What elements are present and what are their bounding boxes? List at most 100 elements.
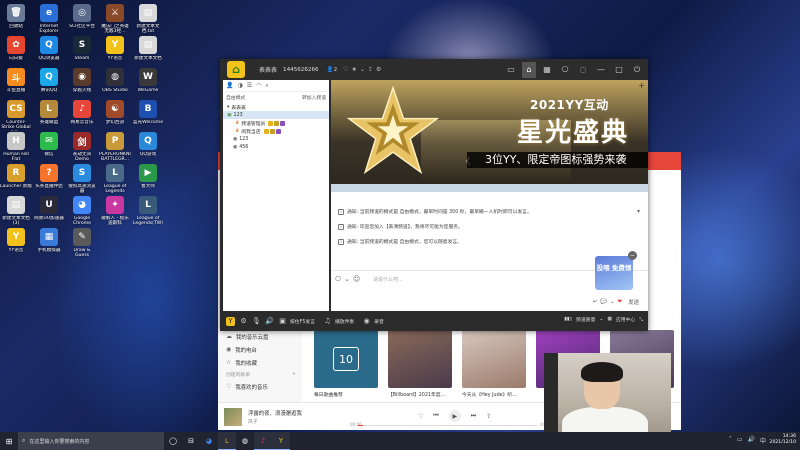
heart-icon[interactable]: ♡ [343, 66, 348, 73]
desktop-icon[interactable]: L 英雄联盟 [33, 100, 65, 136]
enter-icon[interactable]: ↵ [593, 299, 598, 305]
desktop-icon[interactable]: ◕ Google Chrome [66, 196, 98, 232]
lol-client-icon[interactable]: L [218, 432, 236, 450]
list-icon[interactable]: ☰ [247, 82, 252, 89]
share-icon[interactable]: ⇪ [486, 413, 491, 420]
tape-icon[interactable]: ◉ [362, 317, 371, 326]
desktop-icon[interactable]: ✦ 破解人 - 极乐迪斯科 [99, 196, 131, 232]
channel-user[interactable]: ♛ 频道管理员 [223, 119, 329, 127]
chevron-down-icon[interactable]: ⌄ [344, 275, 350, 283]
network-icon[interactable]: ▭ [737, 436, 743, 445]
minimize-icon[interactable]: — [594, 62, 608, 78]
volume-icon[interactable]: 🔊 [748, 436, 755, 445]
channel-sub[interactable]: ● 456 [223, 143, 329, 151]
channel-quality-button[interactable]: 频道质量 [576, 316, 595, 323]
play-button[interactable]: ▶ [448, 410, 461, 422]
windows-start-icon[interactable]: ⊞ [0, 432, 18, 450]
star-icon[interactable]: ★ [352, 66, 357, 73]
desktop-icon[interactable]: ⚔ 魔法门之英雄无敌3经... [99, 4, 131, 40]
now-playing-cover[interactable] [224, 408, 242, 426]
mic-icon[interactable]: 🎙 [252, 317, 261, 326]
search-icon[interactable]: ⌕ [265, 82, 268, 90]
chevron-down-icon[interactable]: ⌄ [610, 299, 615, 305]
desktop-icon[interactable]: 🗑 回收站 [0, 4, 32, 40]
free-gift-promo[interactable]: 投喂 免费领 [595, 256, 633, 290]
add-icon[interactable]: + [638, 81, 645, 90]
close-icon[interactable]: − [628, 251, 637, 260]
desktop-icon[interactable]: ? 头条直播伴侣 [33, 164, 65, 200]
desktop-icon[interactable]: ▦ 手机模拟器 [33, 228, 65, 264]
obs-icon[interactable]: ◍ [236, 432, 254, 450]
channel-user[interactable]: ♛ 闹我当店 [223, 127, 329, 135]
taskbar-search[interactable]: ⌕ 在这里输入你要搜索的内容 [18, 432, 164, 450]
share-icon[interactable]: ⇪ [368, 66, 373, 73]
maximize-icon[interactable]: □ [612, 62, 626, 78]
desktop-icon[interactable]: U 网易UU加速器 [33, 196, 65, 232]
sidebar-item-radio[interactable]: ◉ 我的电台 [218, 343, 302, 356]
ime-icon[interactable]: 中 [760, 436, 766, 445]
add-icon[interactable]: + [292, 372, 296, 377]
emoji-icon[interactable]: ☺ [353, 275, 360, 283]
created-playlists-group[interactable]: 创建的歌单 + [218, 369, 302, 380]
next-icon[interactable]: ⏭ [471, 412, 476, 420]
taskbar-clock[interactable]: 14:36 2021/12/10 [770, 434, 796, 446]
resize-icon[interactable]: ⤡ [639, 317, 643, 323]
desktop-icon[interactable]: B 蓝光Welcome [132, 100, 164, 136]
volume-icon[interactable]: 🔊 [265, 317, 274, 326]
desktop-icon[interactable]: 剑永劫无间 Demo [66, 132, 98, 168]
grid-icon[interactable]: ▦ [540, 62, 554, 78]
prev-icon[interactable]: ⏮ [433, 412, 438, 420]
desktop-icon[interactable]: ▤ 新建文本文档 [132, 36, 164, 72]
multitask-icon[interactable]: ⊟ [182, 432, 200, 450]
desktop-icon[interactable]: ✿ 向日葵 [0, 36, 32, 72]
sidebar-item-cloud[interactable]: ☁ 我的音乐云盘 [218, 330, 302, 343]
channel-root[interactable]: ▾ 表表表 [223, 103, 329, 111]
desktop-icon[interactable]: e Internet Explorer [33, 4, 65, 40]
sidebar-item-liked[interactable]: ♡ 我喜欢的音乐 [218, 380, 302, 393]
desktop-icon[interactable]: ▤ 新建文本文档.txt [132, 4, 164, 40]
channel-selected[interactable]: ▣ 123 [223, 111, 329, 119]
yy-channel-window[interactable]: ⌂ 表表表 1445626266 👤2 ♡ ★ ⌄ ⇪ ⚙ ▭ ⌂ ▦ ⎔ ◌ … [220, 59, 648, 331]
send-button[interactable]: 发送 [625, 298, 642, 306]
close-icon[interactable]: ⏻ [630, 62, 644, 78]
yy-home-icon[interactable]: ⌂ [227, 61, 245, 78]
desktop-icon[interactable]: P PLAYERUNKNOWN'S BATTLEGR... [99, 132, 131, 168]
progress-bar[interactable] [358, 425, 538, 426]
sidebar-item-favorites[interactable]: ☆ 我的收藏 [218, 356, 302, 369]
desktop-icon[interactable]: Q QQ浏览器 [33, 36, 65, 72]
comment-icon[interactable]: 💬 [600, 299, 607, 305]
music-icon[interactable]: ♫ [323, 317, 332, 326]
user-icon[interactable]: 👤 [226, 82, 233, 89]
desktop-icon[interactable]: S 搜狗高速浏览器 [66, 164, 98, 200]
mode-select[interactable]: 自由模式 [226, 94, 245, 101]
push-to-talk-button[interactable]: 按住F5发言 [290, 318, 315, 325]
desktop-icon[interactable]: CS Counter-Strike Global Off... [0, 100, 32, 136]
desktop-icon[interactable]: ▤ 新建文本文档 (3) [0, 196, 32, 232]
video-icon[interactable]: ▭ [504, 62, 518, 78]
desktop-icon[interactable]: L League of Legends(TW) [132, 196, 164, 232]
desktop-icon[interactable]: ◎ SCI社区平台 [66, 4, 98, 40]
playlist-card[interactable]: 今天从《Hey Jude》听... [462, 330, 526, 398]
desktop-icon[interactable]: ◉ 穿越火线 [66, 68, 98, 104]
home-icon[interactable]: ⌂ [522, 61, 536, 78]
wifi-icon[interactable]: ◠ [256, 82, 261, 89]
desktop-icon[interactable]: Y YY语音 [0, 228, 32, 264]
desktop-icon[interactable]: ✉ 微信 [33, 132, 65, 168]
settings-icon[interactable]: ⚙ [239, 317, 248, 326]
desktop-icon[interactable]: 斗斗鱼直播 [0, 68, 32, 104]
desktop-icon[interactable]: R Launcher 新版 [0, 164, 32, 200]
desktop-icon[interactable]: ♪ 网易云音乐 [66, 100, 98, 136]
desktop-icon[interactable]: ✎ Draw & Guess [66, 228, 98, 264]
gamepad-icon[interactable]: ⎔ [335, 275, 341, 283]
desktop-icon[interactable]: Q 腾讯QQ [33, 68, 65, 104]
yy-logo-icon[interactable]: Y [226, 316, 235, 326]
desktop-icon[interactable]: ▶ 鲁大师 [132, 164, 164, 200]
like-icon[interactable]: ♡ [418, 413, 423, 420]
chevron-down-icon[interactable]: ⌄ [599, 317, 603, 322]
skin-icon[interactable]: ◌ [576, 62, 590, 78]
yy-titlebar[interactable]: ⌂ 表表表 1445626266 👤2 ♡ ★ ⌄ ⇪ ⚙ ▭ ⌂ ▦ ⎔ ◌ … [220, 59, 648, 80]
playlist-card-daily[interactable]: 10 每日歌曲推荐 [314, 330, 378, 398]
app-center-button[interactable]: 应用中心 [616, 316, 635, 323]
desktop-icon[interactable]: ◍ OBS Studio [99, 68, 131, 104]
gift-icon[interactable]: ❤ [618, 299, 623, 305]
